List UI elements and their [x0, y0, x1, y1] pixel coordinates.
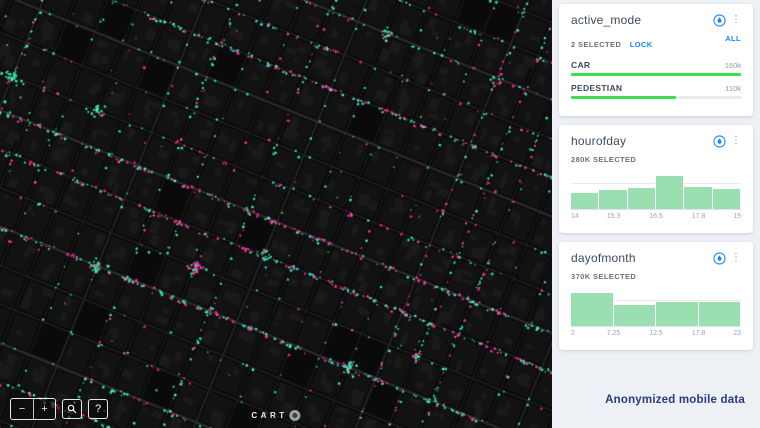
map-controls: − + ?: [10, 398, 108, 420]
histogram-axis: 14 15.3 16.5 17.8 19: [571, 213, 741, 223]
axis-tick-label: 12.5: [649, 330, 663, 337]
help-button[interactable]: ?: [88, 399, 108, 419]
widgets-sidebar: active_mode ⋮ 2 SELECTED LOCK ALL CAR 160…: [552, 0, 760, 428]
axis-tick-label: 19: [733, 213, 741, 220]
category-label: CAR: [571, 60, 591, 70]
axis-tick-label: 16.5: [649, 213, 663, 220]
zoom-control: − +: [10, 398, 56, 420]
kebab-menu-icon[interactable]: ⋮: [731, 136, 741, 146]
lock-button[interactable]: LOCK: [630, 40, 653, 49]
axis-tick-label: 23: [733, 330, 741, 337]
carto-attribution-logo[interactable]: CART: [251, 410, 301, 421]
autostyle-icon[interactable]: [713, 134, 726, 148]
carto-logo-text: CART: [251, 411, 288, 420]
axis-tick-label: 17.8: [691, 330, 706, 337]
histogram-dayofmonth: 2 7.25 12.5 17.8 23: [571, 293, 741, 340]
category-value: 110k: [725, 84, 741, 93]
histogram-bar[interactable]: [684, 186, 712, 209]
zoom-in-button[interactable]: +: [33, 399, 55, 419]
widget-hourofday: hourofday ⋮ 280K SELECTED 14 15.3 16.5 17.8…: [559, 125, 753, 233]
histogram-bar[interactable]: [698, 301, 740, 326]
zoom-out-button[interactable]: −: [11, 399, 33, 419]
histogram-bar[interactable]: [656, 302, 698, 326]
axis-tick-label: 7.25: [606, 330, 621, 337]
histogram-bar[interactable]: [613, 304, 655, 326]
selected-count: 370K SELECTED: [571, 272, 637, 281]
widget-dayofmonth: dayofmonth ⋮ 370K SELECTED 2 7.25 12.5 17.8…: [559, 242, 753, 350]
search-button[interactable]: [62, 399, 82, 419]
autostyle-icon[interactable]: [713, 13, 726, 27]
category-label: PEDESTIAN: [571, 83, 623, 93]
histogram-hourofday: 14 15.3 16.5 17.8 19: [571, 176, 741, 223]
map-area[interactable]: − + ? CART: [0, 0, 552, 428]
histogram-axis: 2 7.25 12.5 17.8 23: [571, 330, 741, 340]
category-row[interactable]: PEDESTIAN 110k: [571, 83, 741, 99]
widget-title: hourofday: [571, 134, 627, 148]
histogram-bar[interactable]: [571, 293, 613, 326]
axis-tick-label: 2: [571, 330, 575, 337]
kebab-menu-icon[interactable]: ⋮: [731, 253, 741, 263]
histogram-bar[interactable]: [571, 192, 599, 209]
category-bar: [571, 73, 741, 76]
autostyle-icon[interactable]: [713, 251, 726, 265]
category-bar-track: [571, 96, 741, 99]
widget-title: dayofmonth: [571, 251, 636, 265]
category-row[interactable]: CAR 160k: [571, 60, 741, 76]
category-list: CAR 160k PEDESTIAN 110k: [571, 60, 741, 99]
histogram-chart[interactable]: [571, 176, 741, 210]
selected-count: 2 SELECTED: [571, 40, 622, 49]
histogram-bar[interactable]: [627, 187, 655, 209]
histogram-bar[interactable]: [599, 190, 627, 209]
kebab-menu-icon[interactable]: ⋮: [731, 15, 741, 25]
carto-dashboard: − + ? CART active_mode ⋮ 2 SELECTED LOCK…: [0, 0, 760, 428]
category-bar-track: [571, 73, 741, 76]
all-button[interactable]: ALL: [725, 34, 741, 52]
axis-tick-label: 14: [571, 213, 579, 220]
histogram-chart[interactable]: [571, 293, 741, 327]
magnifier-icon: [67, 404, 77, 414]
widget-title: active_mode: [571, 13, 642, 27]
carto-logo-o-icon: [289, 410, 301, 421]
map-canvas[interactable]: [0, 0, 552, 428]
axis-tick-label: 17.8: [691, 213, 706, 220]
selected-count: 280K SELECTED: [571, 155, 637, 164]
histogram-bar[interactable]: [656, 176, 684, 209]
category-bar: [571, 96, 677, 99]
histogram-bar[interactable]: [712, 189, 740, 209]
footer-note: Anonymized mobile data: [605, 394, 745, 406]
category-value: 160k: [724, 61, 741, 70]
widget-active-mode: active_mode ⋮ 2 SELECTED LOCK ALL CAR 160…: [559, 4, 753, 116]
axis-tick-label: 15.3: [606, 213, 621, 220]
